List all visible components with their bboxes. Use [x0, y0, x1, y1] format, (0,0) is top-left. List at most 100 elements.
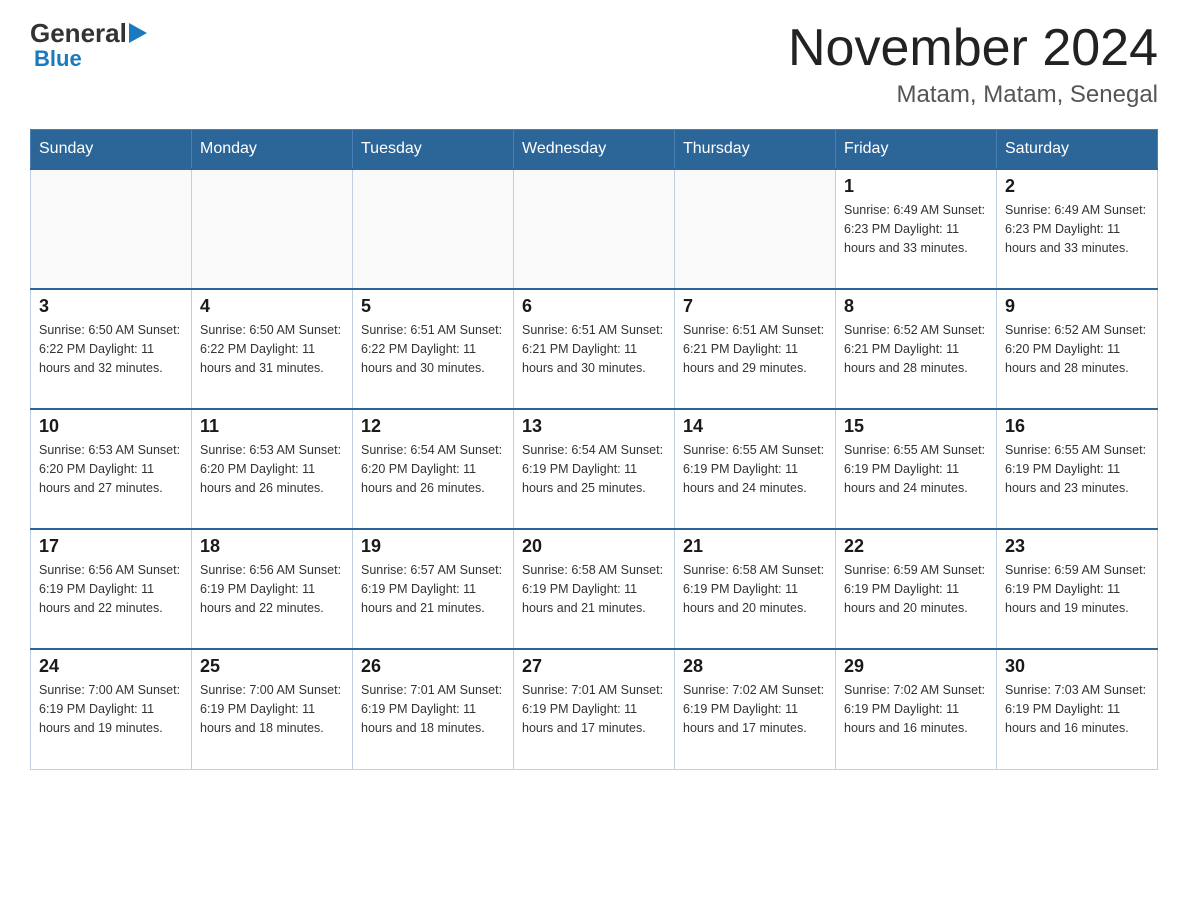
day-info: Sunrise: 6:58 AM Sunset: 6:19 PM Dayligh… [683, 561, 827, 617]
day-number: 20 [522, 536, 666, 557]
day-number: 16 [1005, 416, 1149, 437]
day-info: Sunrise: 6:54 AM Sunset: 6:19 PM Dayligh… [522, 441, 666, 497]
day-number: 17 [39, 536, 183, 557]
logo: General Blue [30, 20, 147, 72]
day-number: 29 [844, 656, 988, 677]
calendar-table: SundayMondayTuesdayWednesdayThursdayFrid… [30, 129, 1158, 770]
weekday-header-wednesday: Wednesday [514, 130, 675, 170]
day-info: Sunrise: 6:55 AM Sunset: 6:19 PM Dayligh… [844, 441, 988, 497]
day-number: 22 [844, 536, 988, 557]
title-area: November 2024 Matam, Matam, Senegal [788, 20, 1158, 109]
calendar-cell: 13 Sunrise: 6:54 AM Sunset: 6:19 PM Dayli… [514, 409, 675, 529]
day-info: Sunrise: 7:02 AM Sunset: 6:19 PM Dayligh… [683, 681, 827, 737]
calendar-cell: 21 Sunrise: 6:58 AM Sunset: 6:19 PM Dayli… [675, 529, 836, 649]
day-info: Sunrise: 6:52 AM Sunset: 6:21 PM Dayligh… [844, 321, 988, 377]
calendar-cell [514, 169, 675, 289]
logo-text: General [30, 20, 147, 46]
calendar-cell: 15 Sunrise: 6:55 AM Sunset: 6:19 PM Dayli… [836, 409, 997, 529]
day-info: Sunrise: 6:55 AM Sunset: 6:19 PM Dayligh… [1005, 441, 1149, 497]
logo-general: General [30, 20, 127, 46]
weekday-header-thursday: Thursday [675, 130, 836, 170]
day-info: Sunrise: 7:00 AM Sunset: 6:19 PM Dayligh… [200, 681, 344, 737]
day-number: 14 [683, 416, 827, 437]
day-number: 13 [522, 416, 666, 437]
calendar-cell: 16 Sunrise: 6:55 AM Sunset: 6:19 PM Dayli… [997, 409, 1158, 529]
day-number: 9 [1005, 296, 1149, 317]
day-info: Sunrise: 6:56 AM Sunset: 6:19 PM Dayligh… [39, 561, 183, 617]
day-info: Sunrise: 6:53 AM Sunset: 6:20 PM Dayligh… [39, 441, 183, 497]
calendar-cell: 11Sunrise: 6:53 AM Sunset: 6:20 PM Dayli… [192, 409, 353, 529]
day-number: 27 [522, 656, 666, 677]
day-number: 21 [683, 536, 827, 557]
day-number: 12 [361, 416, 505, 437]
day-number: 11 [200, 416, 344, 437]
calendar-cell: 25Sunrise: 7:00 AM Sunset: 6:19 PM Dayli… [192, 649, 353, 769]
calendar-cell: 10Sunrise: 6:53 AM Sunset: 6:20 PM Dayli… [31, 409, 192, 529]
day-number: 7 [683, 296, 827, 317]
day-info: Sunrise: 7:01 AM Sunset: 6:19 PM Dayligh… [522, 681, 666, 737]
day-number: 23 [1005, 536, 1149, 557]
header: General Blue November 2024 Matam, Matam,… [30, 20, 1158, 109]
calendar-cell: 14Sunrise: 6:55 AM Sunset: 6:19 PM Dayli… [675, 409, 836, 529]
calendar-cell: 30 Sunrise: 7:03 AM Sunset: 6:19 PM Dayli… [997, 649, 1158, 769]
day-info: Sunrise: 6:57 AM Sunset: 6:19 PM Dayligh… [361, 561, 505, 617]
day-info: Sunrise: 7:03 AM Sunset: 6:19 PM Dayligh… [1005, 681, 1149, 737]
calendar-cell: 18 Sunrise: 6:56 AM Sunset: 6:19 PM Dayli… [192, 529, 353, 649]
calendar-cell: 22 Sunrise: 6:59 AM Sunset: 6:19 PM Dayli… [836, 529, 997, 649]
week-row-3: 10Sunrise: 6:53 AM Sunset: 6:20 PM Dayli… [31, 409, 1158, 529]
day-number: 5 [361, 296, 505, 317]
weekday-header-monday: Monday [192, 130, 353, 170]
calendar-cell: 9Sunrise: 6:52 AM Sunset: 6:20 PM Daylig… [997, 289, 1158, 409]
day-number: 15 [844, 416, 988, 437]
day-info: Sunrise: 6:59 AM Sunset: 6:19 PM Dayligh… [844, 561, 988, 617]
calendar-cell: 1 Sunrise: 6:49 AM Sunset: 6:23 PM Daylig… [836, 169, 997, 289]
day-info: Sunrise: 7:00 AM Sunset: 6:19 PM Dayligh… [39, 681, 183, 737]
calendar-cell: 4 Sunrise: 6:50 AM Sunset: 6:22 PM Daylig… [192, 289, 353, 409]
calendar-cell [192, 169, 353, 289]
calendar-cell: 19 Sunrise: 6:57 AM Sunset: 6:19 PM Dayli… [353, 529, 514, 649]
weekday-header-friday: Friday [836, 130, 997, 170]
calendar-cell [31, 169, 192, 289]
calendar-cell: 29 Sunrise: 7:02 AM Sunset: 6:19 PM Dayli… [836, 649, 997, 769]
day-info: Sunrise: 6:51 AM Sunset: 6:21 PM Dayligh… [522, 321, 666, 377]
day-info: Sunrise: 6:51 AM Sunset: 6:22 PM Dayligh… [361, 321, 505, 377]
day-info: Sunrise: 6:58 AM Sunset: 6:19 PM Dayligh… [522, 561, 666, 617]
week-row-2: 3 Sunrise: 6:50 AM Sunset: 6:22 PM Daylig… [31, 289, 1158, 409]
day-info: Sunrise: 6:50 AM Sunset: 6:22 PM Dayligh… [200, 321, 344, 377]
day-info: Sunrise: 6:49 AM Sunset: 6:23 PM Dayligh… [844, 201, 988, 257]
calendar-cell: 5 Sunrise: 6:51 AM Sunset: 6:22 PM Daylig… [353, 289, 514, 409]
calendar-cell: 8 Sunrise: 6:52 AM Sunset: 6:21 PM Daylig… [836, 289, 997, 409]
day-number: 3 [39, 296, 183, 317]
day-info: Sunrise: 6:49 AM Sunset: 6:23 PM Dayligh… [1005, 201, 1149, 257]
week-row-5: 24Sunrise: 7:00 AM Sunset: 6:19 PM Dayli… [31, 649, 1158, 769]
calendar-cell: 23 Sunrise: 6:59 AM Sunset: 6:19 PM Dayli… [997, 529, 1158, 649]
day-number: 2 [1005, 176, 1149, 197]
week-row-4: 17 Sunrise: 6:56 AM Sunset: 6:19 PM Dayli… [31, 529, 1158, 649]
day-number: 4 [200, 296, 344, 317]
day-info: Sunrise: 6:50 AM Sunset: 6:22 PM Dayligh… [39, 321, 183, 377]
day-info: Sunrise: 6:59 AM Sunset: 6:19 PM Dayligh… [1005, 561, 1149, 617]
calendar-cell: 26Sunrise: 7:01 AM Sunset: 6:19 PM Dayli… [353, 649, 514, 769]
calendar-cell: 27 Sunrise: 7:01 AM Sunset: 6:19 PM Dayli… [514, 649, 675, 769]
day-number: 18 [200, 536, 344, 557]
calendar-cell: 17 Sunrise: 6:56 AM Sunset: 6:19 PM Dayli… [31, 529, 192, 649]
day-number: 8 [844, 296, 988, 317]
calendar-header-row: SundayMondayTuesdayWednesdayThursdayFrid… [31, 130, 1158, 170]
day-number: 19 [361, 536, 505, 557]
page-title: November 2024 [788, 20, 1158, 77]
week-row-1: 1 Sunrise: 6:49 AM Sunset: 6:23 PM Daylig… [31, 169, 1158, 289]
day-number: 26 [361, 656, 505, 677]
calendar-cell: 28Sunrise: 7:02 AM Sunset: 6:19 PM Dayli… [675, 649, 836, 769]
calendar-cell: 3 Sunrise: 6:50 AM Sunset: 6:22 PM Daylig… [31, 289, 192, 409]
logo-blue: Blue [34, 46, 82, 72]
day-number: 1 [844, 176, 988, 197]
weekday-header-tuesday: Tuesday [353, 130, 514, 170]
day-info: Sunrise: 6:56 AM Sunset: 6:19 PM Dayligh… [200, 561, 344, 617]
day-number: 6 [522, 296, 666, 317]
calendar-cell: 24Sunrise: 7:00 AM Sunset: 6:19 PM Dayli… [31, 649, 192, 769]
weekday-header-sunday: Sunday [31, 130, 192, 170]
day-info: Sunrise: 7:02 AM Sunset: 6:19 PM Dayligh… [844, 681, 988, 737]
weekday-header-saturday: Saturday [997, 130, 1158, 170]
day-number: 30 [1005, 656, 1149, 677]
calendar-cell: 7Sunrise: 6:51 AM Sunset: 6:21 PM Daylig… [675, 289, 836, 409]
